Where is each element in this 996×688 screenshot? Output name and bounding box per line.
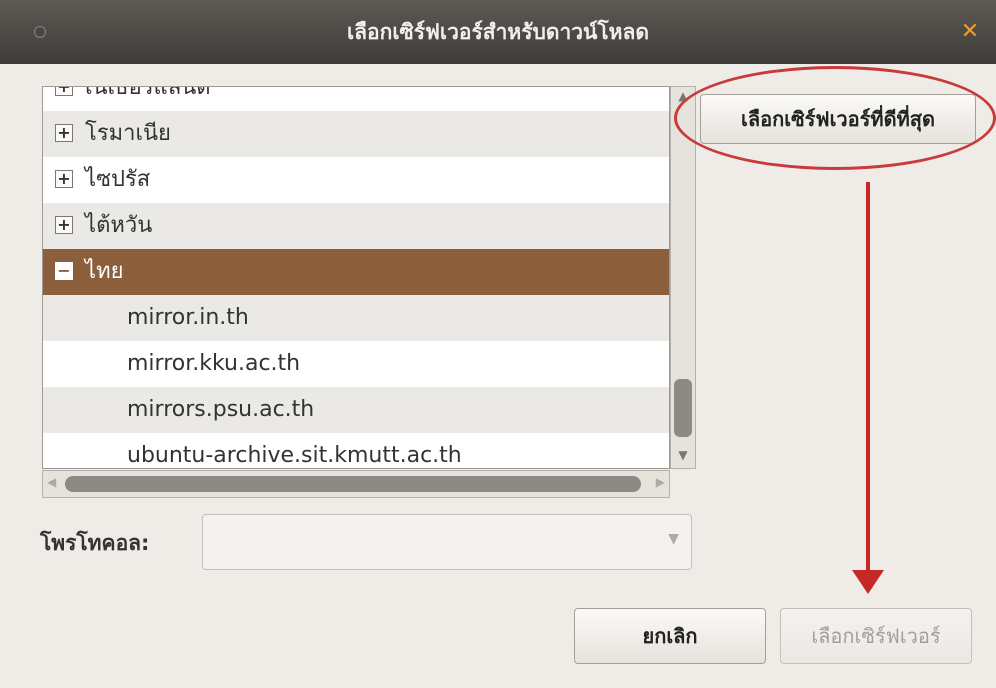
server-row[interactable]: ubuntu-archive.sit.kmutt.ac.th xyxy=(43,433,669,468)
row-label: mirrors.psu.ac.th xyxy=(127,397,315,422)
annotation-arrowhead-icon xyxy=(852,570,884,594)
collapse-icon[interactable]: − xyxy=(55,262,73,280)
row-label: ubuntu-archive.sit.kmutt.ac.th xyxy=(127,443,462,468)
choose-server-button[interactable]: เลือกเซิร์ฟเวอร์ xyxy=(780,608,972,664)
country-row[interactable]: + โรมาเนีย xyxy=(43,111,669,157)
horizontal-scrollbar[interactable]: ◀ ▶ xyxy=(42,470,670,498)
window-title: เลือกเซิร์ฟเวอร์สำหรับดาวน์โหลด xyxy=(346,20,650,44)
row-label: เนเธอร์แลนด์ xyxy=(85,86,211,100)
horizontal-scroll-thumb[interactable] xyxy=(65,476,641,492)
scroll-down-arrow-icon[interactable]: ▼ xyxy=(671,448,695,466)
dropdown-caret-icon: ▼ xyxy=(668,531,679,547)
row-label: mirror.in.th xyxy=(127,305,249,330)
annotation-arrow-icon xyxy=(866,182,870,574)
vertical-scroll-thumb[interactable] xyxy=(674,379,692,437)
expand-icon[interactable]: + xyxy=(55,170,73,188)
row-label: ไซปรัส xyxy=(85,167,151,192)
expand-icon[interactable]: + xyxy=(55,124,73,142)
server-row[interactable]: mirrors.psu.ac.th xyxy=(43,387,669,433)
close-icon[interactable]: ✕ xyxy=(958,20,982,44)
expand-icon[interactable]: + xyxy=(55,87,73,96)
annotation-highlight-oval xyxy=(674,66,996,170)
country-row[interactable]: − ไทย xyxy=(43,249,669,295)
scroll-left-arrow-icon[interactable]: ◀ xyxy=(47,475,63,493)
row-label: โรมาเนีย xyxy=(85,121,171,146)
vertical-scrollbar[interactable]: ▲ ▼ xyxy=(670,86,696,469)
protocol-dropdown[interactable]: ▼ xyxy=(202,514,692,570)
row-label: ไต้หวัน xyxy=(85,213,153,238)
expand-icon[interactable]: + xyxy=(55,216,73,234)
country-row[interactable]: + เนเธอร์แลนด์ xyxy=(43,86,669,111)
server-row[interactable]: mirror.kku.ac.th xyxy=(43,341,669,387)
scroll-right-arrow-icon[interactable]: ▶ xyxy=(649,475,665,493)
protocol-label: โพรโทคอล: xyxy=(40,531,150,555)
row-label: ไทย xyxy=(85,259,124,284)
country-row[interactable]: + ไซปรัส xyxy=(43,157,669,203)
title-bar: เลือกเซิร์ฟเวอร์สำหรับดาวน์โหลด ✕ xyxy=(0,0,996,64)
server-row[interactable]: mirror.in.th xyxy=(43,295,669,341)
cancel-button[interactable]: ยกเลิก xyxy=(574,608,766,664)
server-selection-dialog: เลือกเซิร์ฟเวอร์สำหรับดาวน์โหลด ✕ + เนเธอ… xyxy=(0,0,996,688)
row-label: mirror.kku.ac.th xyxy=(127,351,301,376)
server-list: + เนเธอร์แลนด์ + โรมาเนีย + ไซปรัส + ไต้หวัน − ไท… xyxy=(42,86,670,469)
country-row[interactable]: + ไต้หวัน xyxy=(43,203,669,249)
